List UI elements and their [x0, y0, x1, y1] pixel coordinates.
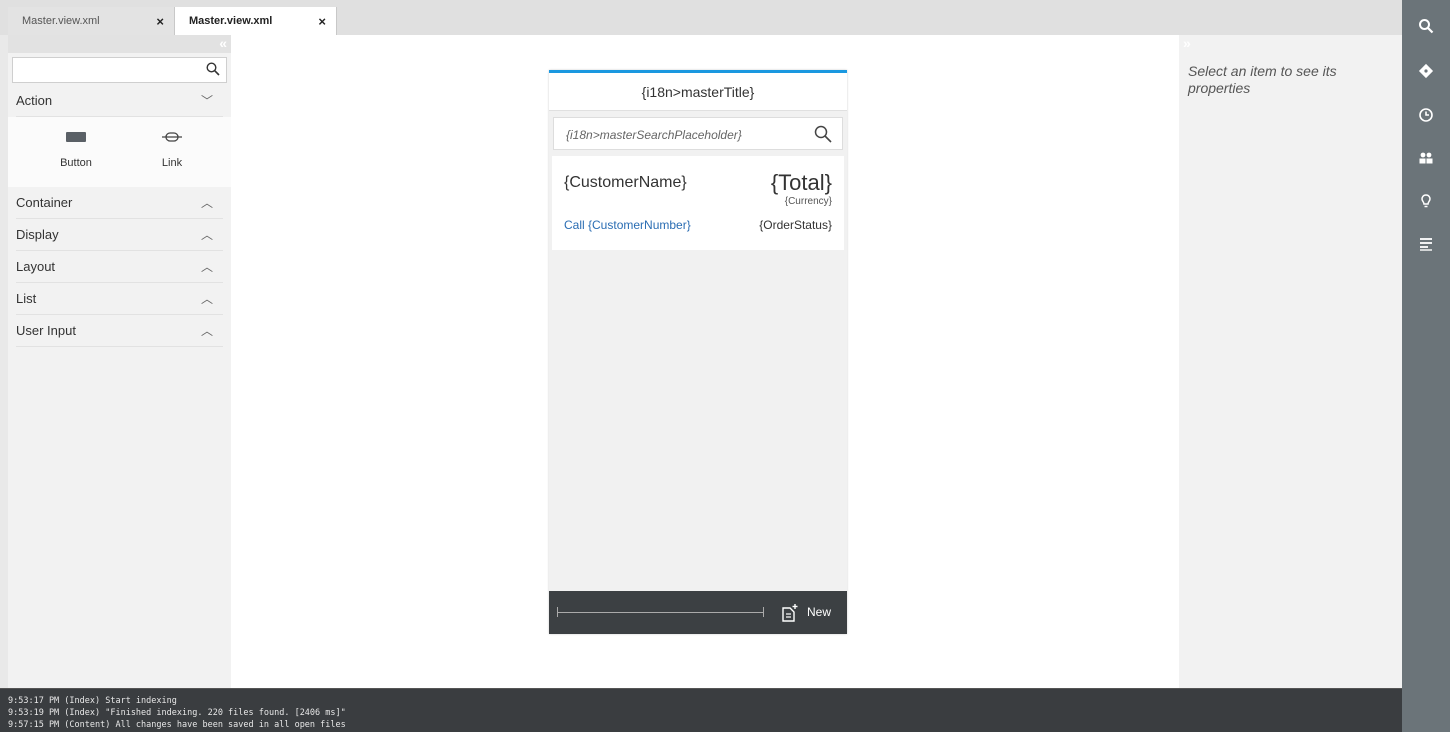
- expand-right-icon[interactable]: »: [1183, 35, 1191, 51]
- category-layout[interactable]: Layout ︿: [16, 251, 223, 283]
- category-label: Container: [16, 195, 73, 210]
- collapse-left-icon[interactable]: «: [219, 35, 227, 51]
- category-user-input[interactable]: User Input ︿: [16, 315, 223, 347]
- link-icon: [162, 132, 182, 142]
- control-palette: « Action ﹀ Button Link Container ︿ Displ…: [8, 35, 231, 688]
- order-currency: {Currency}: [784, 196, 832, 207]
- outline-icon[interactable]: [1418, 236, 1434, 252]
- button-icon: [66, 132, 86, 142]
- palette-search-input[interactable]: [12, 57, 227, 83]
- editor-tab-bar: Master.view.xml × Master.view.xml ×: [0, 0, 1402, 35]
- palette-collapse-bar[interactable]: «: [8, 35, 231, 53]
- category-label: Display: [16, 227, 59, 242]
- order-status: {OrderStatus}: [759, 218, 832, 232]
- control-label: Button: [60, 157, 92, 169]
- toolbar-spacer: [557, 612, 763, 613]
- search-icon[interactable]: [814, 125, 832, 143]
- device-preview[interactable]: {i18n>masterTitle} {i18n>masterSearchPla…: [549, 70, 847, 634]
- console-panel[interactable]: 9:53:17 PM (Index) Start indexing 9:53:1…: [0, 688, 1402, 732]
- category-label: List: [16, 291, 37, 306]
- console-line: 9:53:19 PM (Index) "Finished indexing. 2…: [8, 708, 346, 718]
- customer-name: {CustomerName}: [564, 174, 687, 191]
- category-action[interactable]: Action ﹀: [16, 85, 223, 117]
- tab-master-view-1[interactable]: Master.view.xml ×: [8, 7, 175, 35]
- category-label: User Input: [16, 323, 76, 338]
- console-line: 9:53:17 PM (Index) Start indexing: [8, 696, 177, 706]
- page-footer-toolbar[interactable]: New: [549, 591, 847, 634]
- collaboration-icon[interactable]: [1418, 150, 1434, 166]
- properties-pane: » Select an item to see its properties: [1179, 35, 1402, 688]
- tab-label: Master.view.xml: [189, 15, 273, 27]
- new-document-icon[interactable]: [781, 603, 799, 623]
- toolbar-spacer-end: [763, 607, 764, 617]
- chevron-up-icon[interactable]: ︿: [201, 283, 213, 315]
- right-tool-rail: [1402, 0, 1450, 732]
- master-search-field[interactable]: {i18n>masterSearchPlaceholder}: [553, 117, 843, 150]
- palette-search-field[interactable]: [17, 58, 197, 80]
- tab-master-view-2[interactable]: Master.view.xml ×: [175, 7, 337, 35]
- search-icon[interactable]: [1418, 18, 1434, 34]
- call-customer-link[interactable]: Call {CustomerNumber}: [564, 218, 691, 232]
- properties-placeholder-text: Select an item to see its properties: [1188, 63, 1337, 96]
- tab-label: Master.view.xml: [22, 15, 100, 27]
- category-container[interactable]: Container ︿: [16, 187, 223, 219]
- control-button[interactable]: Button: [36, 131, 116, 169]
- chevron-up-icon[interactable]: ︿: [201, 315, 213, 347]
- lightbulb-icon[interactable]: [1418, 193, 1434, 209]
- action-controls: Button Link: [8, 117, 231, 187]
- list-item[interactable]: {CustomerName} {Total} {Currency} Call {…: [552, 156, 844, 250]
- page-title[interactable]: {i18n>masterTitle}: [549, 73, 847, 111]
- git-icon[interactable]: [1418, 63, 1434, 79]
- console-line: 9:57:15 PM (Content) All changes have be…: [8, 720, 346, 730]
- new-button[interactable]: New: [807, 605, 831, 619]
- control-label: Link: [161, 157, 183, 169]
- history-icon[interactable]: [1418, 107, 1434, 123]
- chevron-down-icon[interactable]: ﹀: [201, 85, 213, 117]
- category-label: Action: [16, 93, 53, 108]
- search-placeholder: {i18n>masterSearchPlaceholder}: [566, 128, 742, 142]
- category-display[interactable]: Display ︿: [16, 219, 223, 251]
- chevron-up-icon[interactable]: ︿: [201, 251, 213, 283]
- layout-canvas[interactable]: {i18n>masterTitle} {i18n>masterSearchPla…: [231, 35, 1179, 688]
- order-total: {Total}: [770, 170, 832, 195]
- category-list[interactable]: List ︿: [16, 283, 223, 315]
- tab-close-icon[interactable]: ×: [156, 14, 164, 29]
- tab-close-icon[interactable]: ×: [318, 14, 326, 29]
- control-link[interactable]: Link: [132, 131, 212, 169]
- category-label: Layout: [16, 259, 56, 274]
- chevron-up-icon[interactable]: ︿: [201, 187, 213, 219]
- search-icon[interactable]: [206, 62, 220, 76]
- chevron-up-icon[interactable]: ︿: [201, 219, 213, 251]
